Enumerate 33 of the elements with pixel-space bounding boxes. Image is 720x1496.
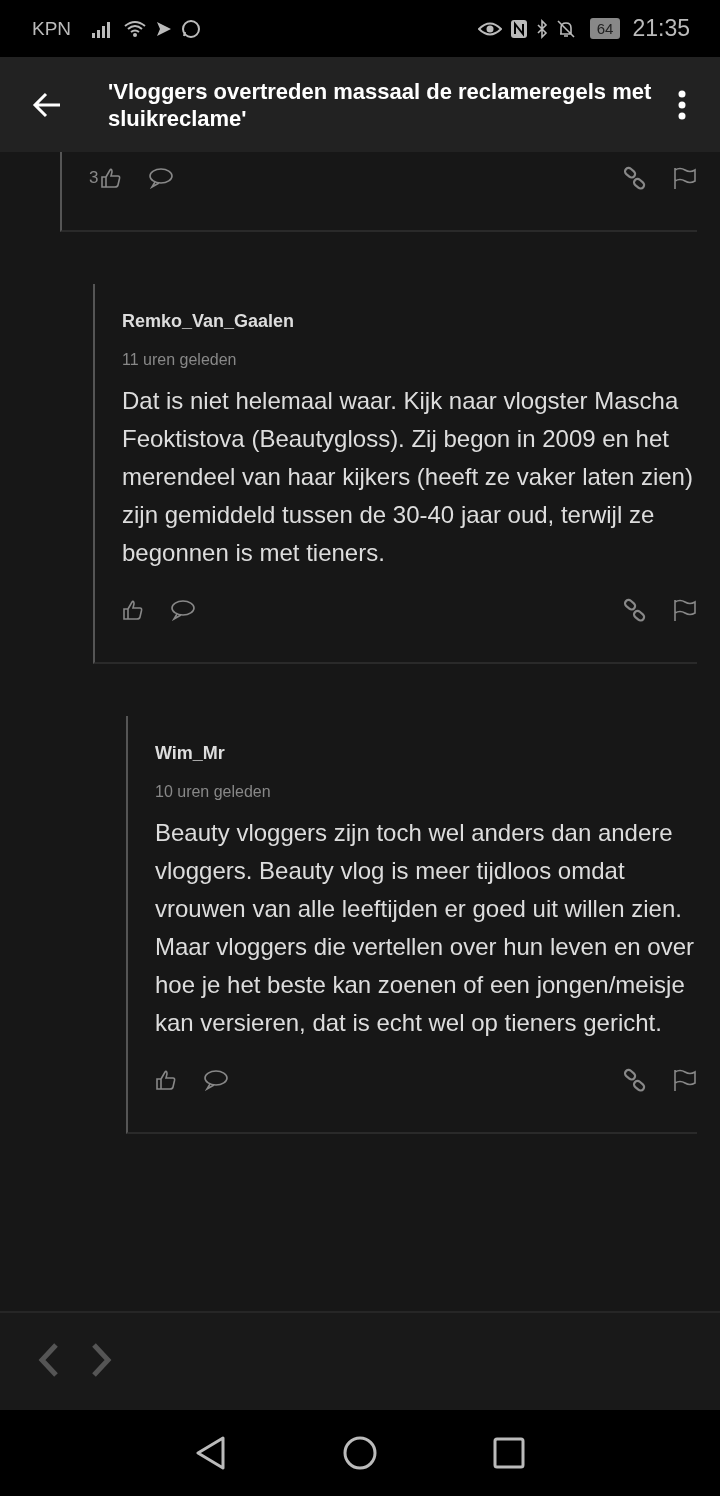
comment-author[interactable]: Remko_Van_Gaalen bbox=[122, 300, 697, 342]
comment-text: Beauty vloggers zijn toch wel anders dan andere vloggers. Beauty vlog is meer tijdloos omdat vrouwen van alle leeftijden er goed uit willen zien. Maar vloggers die vertellen over hun leven en over hoe je het beste kan zoenen of een jongen/meisje kan versieren, dat is echt wel op tieners gericht. bbox=[155, 818, 695, 1038]
comment-text: Dat is niet helemaal waar. Kijk naar vlogster Mascha Feoktistova (Beautygloss). Zij begon in 2009 en het merendeel van haar kijkers (heeft ze vaker laten zien) zijn gemiddeld tussen de 30-40 jaar oud, terwijl ze begonnen is met tieners. bbox=[122, 386, 694, 568]
article-title: 'Vloggers overtreden massaal de reclameregels met sluikreclame' bbox=[108, 77, 653, 132]
back-nav-button[interactable] bbox=[195, 1436, 227, 1470]
like-button[interactable]: 3 bbox=[89, 167, 123, 189]
report-button[interactable] bbox=[673, 166, 697, 190]
recents-button[interactable] bbox=[493, 1437, 525, 1469]
reply-button[interactable] bbox=[203, 1069, 229, 1091]
wifi-icon bbox=[123, 19, 148, 38]
chat-bubble-icon bbox=[181, 18, 202, 39]
like-button[interactable] bbox=[155, 1069, 177, 1091]
clock: 21:35 bbox=[632, 15, 690, 42]
bell-off-icon bbox=[555, 18, 576, 39]
link-button[interactable] bbox=[623, 598, 647, 622]
link-button[interactable] bbox=[623, 1068, 647, 1092]
comment-time: 11 uren geleden bbox=[122, 350, 238, 370]
carrier-label: KPN bbox=[32, 17, 72, 40]
home-button[interactable] bbox=[343, 1436, 377, 1470]
more-options-button[interactable] bbox=[678, 89, 686, 120]
reply-button[interactable] bbox=[170, 599, 196, 621]
comment-author[interactable]: Wim_Mr bbox=[155, 732, 697, 774]
nfc-icon bbox=[509, 18, 528, 39]
comment-time: 10 uren geleden bbox=[155, 782, 272, 802]
link-button[interactable] bbox=[623, 166, 647, 190]
report-button[interactable] bbox=[673, 598, 697, 622]
bluetooth-icon bbox=[535, 18, 548, 39]
report-button[interactable] bbox=[673, 1068, 697, 1092]
reply-button[interactable] bbox=[148, 167, 175, 189]
battery-indicator: 64 bbox=[589, 18, 621, 39]
back-button[interactable] bbox=[32, 90, 62, 119]
like-button[interactable] bbox=[122, 599, 144, 621]
eye-icon bbox=[477, 20, 502, 37]
